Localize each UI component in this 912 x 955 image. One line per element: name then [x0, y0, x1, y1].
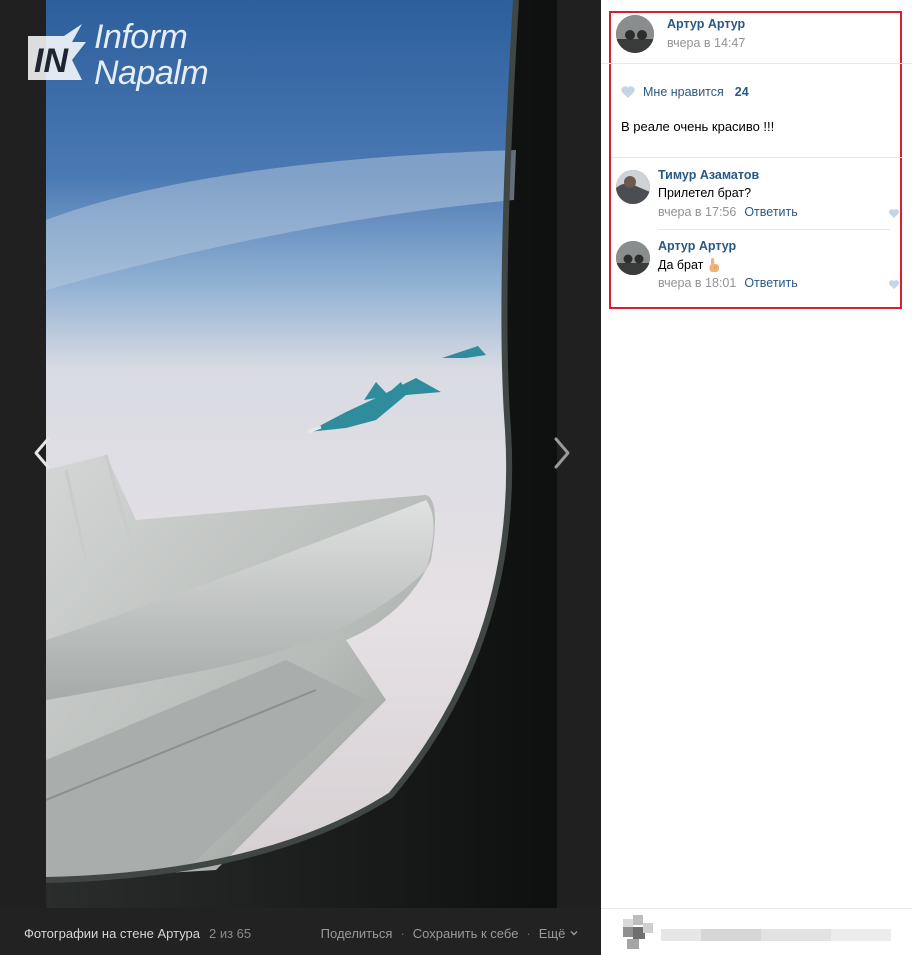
next-photo-button[interactable]: [550, 435, 574, 471]
comment-meta: вчера в 17:56 Ответить: [658, 205, 798, 219]
viewer-footer: Фотографии на стене Артура 2 из 65 Подел…: [0, 908, 601, 955]
separator-dot: ·: [526, 926, 531, 941]
previous-photo-button[interactable]: [30, 435, 54, 471]
album-title-link[interactable]: Фотографии на стене Артура: [24, 926, 200, 941]
pointing-up-hand-emoji-icon: [709, 258, 720, 272]
inform-napalm-watermark: IN Inform Napalm: [24, 12, 234, 92]
comment-meta: вчера в 18:01 Ответить: [658, 276, 798, 290]
post-author-header: Артур Артур вчера в 14:47: [616, 15, 902, 63]
share-link[interactable]: Поделиться: [321, 926, 393, 941]
heart-icon: [620, 85, 636, 99]
photo-viewer-app: IN Inform Napalm Фотографии на стене Арт…: [0, 0, 912, 955]
comment-text-content: Прилетел брат?: [658, 186, 752, 200]
comment-text: Прилетел брат?: [658, 186, 751, 200]
reply-button[interactable]: Ответить: [744, 205, 797, 219]
comment-like-heart-icon[interactable]: [888, 279, 900, 290]
comment-author[interactable]: Артур Артур: [658, 239, 736, 253]
commenter-avatar-image: [616, 241, 650, 275]
blurred-avatar: [623, 915, 653, 949]
avatar[interactable]: [616, 241, 650, 275]
photo-counter: 2 из 65: [209, 926, 252, 941]
author-avatar-image: [616, 15, 654, 53]
photo-actions: Поделиться · Сохранить к себе · Ещё: [321, 926, 579, 941]
separator-dot: ·: [400, 926, 405, 941]
svg-text:IN: IN: [34, 42, 69, 80]
commenter-avatar-image: [616, 170, 650, 204]
avatar[interactable]: [616, 170, 650, 204]
post-author-name[interactable]: Артур Артур: [667, 17, 745, 31]
inform-napalm-logo-icon: IN: [28, 24, 86, 80]
blurred-comment-input[interactable]: [661, 929, 891, 941]
like-count: 24: [734, 85, 749, 99]
more-menu[interactable]: Ещё: [539, 926, 579, 941]
divider: [658, 229, 890, 230]
comment-text: Да брат: [658, 257, 721, 273]
photo-viewer: IN Inform Napalm Фотографии на стене Арт…: [0, 0, 601, 955]
comment-timestamp[interactable]: вчера в 17:56: [658, 205, 736, 219]
comment-item: Тимур Азаматов Прилетел брат? вчера в 17…: [616, 168, 899, 224]
photo[interactable]: [46, 0, 557, 908]
comment-timestamp[interactable]: вчера в 18:01: [658, 276, 736, 290]
avatar[interactable]: [616, 15, 654, 53]
watermark-text-line2: Napalm: [94, 54, 209, 92]
comment-text-content: Да брат: [658, 258, 704, 272]
comment-composer: [601, 908, 912, 955]
more-label: Ещё: [538, 926, 566, 941]
watermark-text-line1: Inform: [94, 18, 188, 56]
divider: [611, 157, 902, 158]
comment-like-heart-icon[interactable]: [888, 208, 900, 219]
chevron-left-icon: [34, 437, 50, 469]
photo-image: [46, 0, 557, 908]
chevron-down-icon: [570, 931, 578, 936]
post-timestamp[interactable]: вчера в 14:47: [667, 36, 745, 50]
post-caption: В реале очень красиво !!!: [621, 119, 775, 134]
comment-item: Артур Артур Да брат вчера в 18:01 Ответит…: [616, 239, 899, 295]
chevron-right-icon: [554, 437, 570, 469]
divider: [601, 63, 912, 64]
like-button[interactable]: Мне нравится 24: [620, 85, 749, 99]
reply-button[interactable]: Ответить: [744, 276, 797, 290]
comment-author[interactable]: Тимур Азаматов: [658, 168, 759, 182]
photo-info-panel: Артур Артур вчера в 14:47 Мне нравится 2…: [601, 0, 912, 955]
like-label: Мне нравится: [643, 85, 724, 99]
save-to-me-link[interactable]: Сохранить к себе: [413, 926, 519, 941]
